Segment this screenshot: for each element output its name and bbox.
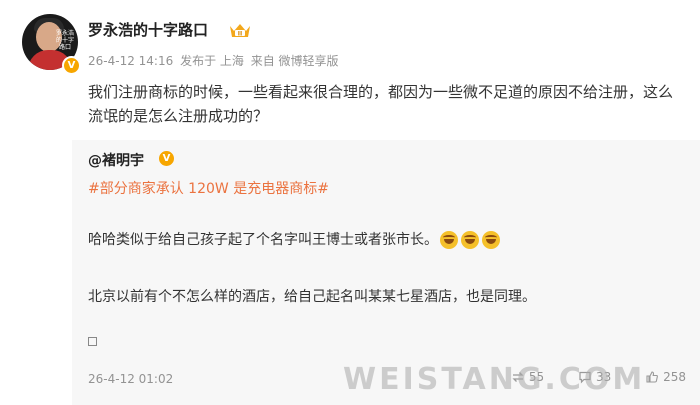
laugh-emoji-icon <box>440 231 458 249</box>
like-button[interactable]: 258 <box>645 370 686 384</box>
crown-level-text: II <box>238 31 242 38</box>
laugh-emoji-icon <box>482 231 500 249</box>
quoted-paragraph-2: 北京以前有个不怎么样的酒店，给自己起名叫某某七星酒店，也是同理。 <box>88 289 536 305</box>
quoted-time[interactable]: 26-4-12 01:02 <box>88 372 173 386</box>
topic-link[interactable]: #部分商家承认 120W 是充电器商标# <box>88 178 329 198</box>
quoted-paragraph-1: 哈哈类似于给自己孩子起了个名字叫王博士或者张市长。 <box>88 232 438 248</box>
emoji-row <box>440 231 503 249</box>
laugh-emoji-icon <box>461 231 479 249</box>
post-location: 发布于 上海 <box>180 54 244 68</box>
post-text: 我们注册商标的时候，一些看起来很合理的，都因为一些微不足道的原因不给注册，这么流… <box>88 83 674 125</box>
verified-badge-icon: V <box>62 56 81 75</box>
post-meta: 26-4-12 14:16 发布于 上海 来自 微博轻享版 <box>88 52 342 69</box>
placeholder-square-icon <box>88 337 97 346</box>
avatar-caption: 罗永浩 的十字路口 <box>56 30 75 51</box>
post-source: 来自 微博轻享版 <box>250 54 339 68</box>
author-name[interactable]: 罗永浩的十字路口 <box>88 19 208 40</box>
like-icon <box>646 371 659 383</box>
watermark: WEISTANG.COM <box>343 362 646 397</box>
post-time[interactable]: 26-4-12 14:16 <box>88 54 173 68</box>
quoted-author[interactable]: @褚明宇 <box>88 150 144 170</box>
crown-level-icon[interactable]: II <box>228 22 252 39</box>
quoted-verified-badge-icon: V <box>159 151 174 166</box>
quoted-paragraph: 哈哈类似于给自己孩子起了个名字叫王博士或者张市长。 <box>88 229 503 249</box>
like-count: 258 <box>663 370 686 384</box>
